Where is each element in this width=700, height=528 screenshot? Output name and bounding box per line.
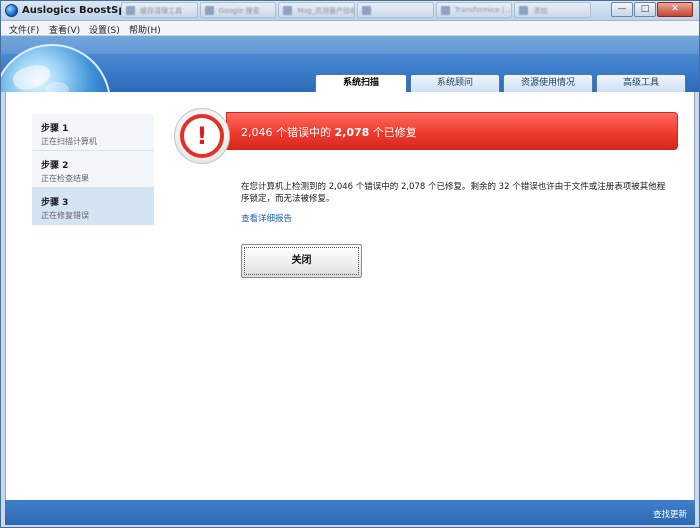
result-banner: 2,046 个错误中的 2,078 个已修复 bbox=[226, 112, 678, 150]
check-updates-link[interactable]: 查找更新 bbox=[653, 508, 687, 520]
close-button[interactable]: 关闭 bbox=[241, 244, 362, 278]
step-title: 步骤 2 bbox=[41, 161, 69, 171]
background-tab[interactable]: Google 搜索 bbox=[199, 2, 277, 18]
step-item: 步骤 1 正在扫描计算机 bbox=[32, 114, 154, 151]
menu-file[interactable]: 文件(F) bbox=[9, 23, 39, 36]
menu-bar: 文件(F) 查看(V) 设置(S) 帮助(H) bbox=[1, 21, 699, 36]
footer-bar: 查找更新 bbox=[5, 500, 695, 525]
close-icon: ✕ bbox=[671, 4, 679, 14]
page-icon bbox=[519, 6, 529, 15]
app-window: Auslogics BoostSpeed 缓存清理工具 Google 搜索 Ms… bbox=[0, 0, 700, 528]
tab-advanced-tools[interactable]: 高级工具 bbox=[596, 74, 686, 92]
tab-resource-usage[interactable]: 资源使用情况 bbox=[503, 74, 593, 92]
main-tab-bar: 系统扫描 系统顾问 资源使用情况 高级工具 bbox=[315, 74, 686, 92]
page-icon bbox=[283, 6, 293, 15]
step-desc: 正在检查结果 bbox=[41, 174, 89, 183]
menu-help[interactable]: 帮助(H) bbox=[129, 23, 161, 36]
step-item: 步骤 2 正在检查结果 bbox=[32, 151, 154, 188]
tab-system-advisor[interactable]: 系统顾问 bbox=[410, 74, 500, 92]
step-title: 步骤 3 bbox=[41, 198, 69, 208]
background-tab[interactable]: 添加 bbox=[514, 2, 592, 18]
minimize-icon: — bbox=[617, 4, 627, 14]
minimize-button[interactable]: — bbox=[611, 2, 633, 17]
menu-view[interactable]: 查看(V) bbox=[49, 23, 80, 36]
page-icon bbox=[126, 6, 135, 15]
page-icon bbox=[440, 6, 450, 15]
header-shine bbox=[1, 36, 699, 54]
step-desc: 正在扫描计算机 bbox=[41, 137, 97, 146]
title-bar[interactable]: Auslogics BoostSpeed 缓存清理工具 Google 搜索 Ms… bbox=[1, 1, 699, 21]
background-tab[interactable]: Msg_员测量产验收 bbox=[278, 2, 356, 18]
close-window-button[interactable]: ✕ bbox=[657, 2, 693, 17]
app-logo-icon bbox=[5, 4, 18, 17]
background-tab[interactable]: 缓存清理工具 bbox=[121, 2, 198, 18]
alert-icon-frame: ! bbox=[174, 108, 230, 164]
background-tab[interactable]: Transformice | .. bbox=[435, 2, 513, 18]
steps-panel: 步骤 1 正在扫描计算机 步骤 2 正在检查结果 步骤 3 正在修复错误 bbox=[32, 114, 154, 225]
page-icon bbox=[204, 6, 214, 15]
step-desc: 正在修复错误 bbox=[41, 211, 89, 220]
maximize-button[interactable]: □ bbox=[634, 2, 656, 17]
step-item-active: 步骤 3 正在修复错误 bbox=[32, 188, 154, 225]
header-banner: 系统扫描 系统顾问 资源使用情况 高级工具 bbox=[1, 36, 699, 92]
background-tab[interactable] bbox=[357, 2, 434, 18]
page-icon bbox=[362, 6, 372, 15]
tab-system-scan[interactable]: 系统扫描 bbox=[315, 74, 407, 92]
maximize-icon: □ bbox=[640, 4, 650, 14]
step-title: 步骤 1 bbox=[41, 124, 69, 134]
result-banner-text: 2,046 个错误中的 2,078 个已修复 bbox=[241, 126, 417, 139]
background-taskbar-tabs: 缓存清理工具 Google 搜索 Msg_员测量产验收 Transformice… bbox=[121, 2, 592, 18]
menu-settings[interactable]: 设置(S) bbox=[89, 23, 120, 36]
view-report-link[interactable]: 查看详细报告 bbox=[241, 212, 292, 224]
result-message: 在您计算机上检测到的 2,046 个错误中的 2,078 个已修复。剩余的 32… bbox=[241, 182, 666, 204]
main-content: 步骤 1 正在扫描计算机 步骤 2 正在检查结果 步骤 3 正在修复错误 2,0… bbox=[5, 92, 695, 500]
exclamation-icon: ! bbox=[180, 114, 224, 158]
window-controls: — □ ✕ bbox=[611, 2, 693, 17]
